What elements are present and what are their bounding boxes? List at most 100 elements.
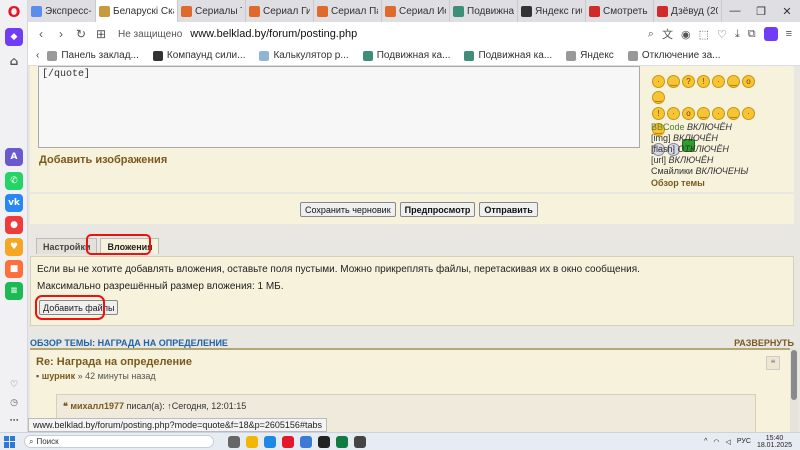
download-icon[interactable]: ⤓ — [735, 28, 740, 41]
attachments-info: Если вы не хотите добавлять вложения, ос… — [37, 264, 640, 275]
app-icon[interactable] — [354, 435, 366, 448]
browser-tab[interactable]: Сериал Пар — [314, 0, 382, 22]
minimize-icon[interactable]: — — [722, 5, 748, 17]
post-title[interactable]: Re: Награда на определение — [36, 356, 192, 368]
message-textarea[interactable]: [/quote] — [38, 66, 640, 148]
favorites-icon[interactable]: ♡ — [5, 376, 23, 394]
smiley-icon[interactable]: ! — [697, 75, 710, 88]
quote-author[interactable]: михалл1977 — [70, 401, 124, 411]
volume-icon[interactable]: ◁ — [726, 438, 731, 446]
aria-icon[interactable]: ◆ — [5, 28, 23, 46]
bbcode-row: Смайлики ВКЛЮЧЕНЫ — [651, 166, 748, 177]
expand-link[interactable]: РАЗВЕРНУТЬ — [734, 338, 794, 348]
preview-button[interactable]: Предпросмотр — [399, 202, 476, 217]
bookmark-item[interactable]: Яндекс — [566, 50, 614, 61]
forward-icon[interactable]: › — [54, 27, 68, 41]
review-scrollbar[interactable] — [790, 348, 798, 432]
bbcode-key[interactable]: BBCode — [651, 122, 685, 132]
tab-label: Сериал Исп — [399, 5, 446, 17]
smiley-icon[interactable]: · — [712, 107, 725, 120]
spotify-icon[interactable]: ≡ — [5, 282, 23, 300]
save-draft-button[interactable]: Сохранить черновик — [300, 202, 396, 217]
bookmark-item[interactable]: Отключение за... — [627, 50, 720, 61]
messenger-icon[interactable]: ● — [5, 216, 23, 234]
back-icon[interactable]: ‹ — [34, 27, 48, 41]
scrollbar-thumb[interactable] — [791, 350, 797, 400]
more-icon[interactable]: ⋯ — [5, 412, 23, 430]
snapshot-icon[interactable]: ⬚ — [699, 28, 709, 41]
menu-icon[interactable]: ≡ — [786, 28, 792, 40]
app-icon[interactable]: ■ — [5, 260, 23, 278]
bookmark-item[interactable]: Панель заклад... — [47, 50, 139, 61]
browser-tab[interactable]: Подвижная — [450, 0, 518, 22]
browser-tab[interactable]: Экспресс-па — [28, 0, 96, 22]
home-icon[interactable]: ⌂ — [5, 52, 23, 70]
vk-icon[interactable]: vk — [5, 194, 23, 212]
url-field[interactable]: www.belklad.by/forum/posting.php — [190, 28, 357, 40]
smiley-icon[interactable]: ? — [682, 75, 695, 88]
smiley-icon[interactable]: · — [742, 107, 755, 120]
smiley-icon[interactable]: ! — [652, 107, 665, 120]
browser-tab[interactable]: Сериалы ТУ — [178, 0, 246, 22]
word-icon[interactable] — [300, 435, 312, 448]
restore-icon[interactable]: ❐ — [748, 5, 774, 18]
task-view-icon[interactable] — [228, 435, 240, 448]
smiley-icon[interactable]: o — [742, 75, 755, 88]
reload-icon[interactable]: ↻ — [74, 27, 88, 41]
smiley-icon[interactable]: ‿ — [667, 75, 680, 88]
browser-tab[interactable]: Сериал Гибе — [246, 0, 314, 22]
smiley-icon[interactable]: ‿ — [697, 107, 710, 120]
post-author[interactable]: шурник — [42, 371, 75, 381]
network-icon[interactable]: ◠ — [713, 438, 719, 446]
wallet-icon[interactable]: ♥ — [5, 238, 23, 256]
opera-icon[interactable] — [282, 435, 294, 448]
smiley-icon[interactable]: · — [667, 107, 680, 120]
chevron-up-icon[interactable]: ^ — [704, 438, 707, 445]
taskbar-search[interactable]: ⌕ Поиск — [24, 435, 214, 448]
bookmark-favicon-icon — [152, 50, 163, 61]
windows-start-icon[interactable] — [4, 435, 16, 448]
add-images-link[interactable]: Добавить изображения — [39, 154, 167, 166]
smiley-icon[interactable]: · — [652, 75, 665, 88]
bookmark-item[interactable]: Подвижная ка... — [464, 50, 552, 61]
bookmark-favicon-icon — [259, 50, 270, 61]
browser-tab[interactable]: Сериал Исп — [382, 0, 450, 22]
app-icon[interactable] — [318, 435, 330, 448]
opera-logo-icon[interactable]: O — [6, 4, 22, 20]
bookmarks-nav-icon[interactable]: ‹ — [36, 50, 39, 61]
browser-tab[interactable]: Яндекс гибр — [518, 0, 586, 22]
history-icon[interactable]: ◷ — [5, 394, 23, 412]
smiley-icon[interactable]: · — [712, 75, 725, 88]
browser-tab[interactable]: Беларускі Скарбашч — [96, 0, 178, 22]
smiley-icon[interactable]: ‿ — [652, 91, 665, 104]
bookmark-icon[interactable]: ♡ — [717, 28, 727, 41]
bookmark-item[interactable]: Компаунд сили... — [152, 50, 245, 61]
search-icon[interactable]: ⌕ — [648, 28, 654, 41]
clock[interactable]: 15:40 18.01.2025 — [757, 435, 792, 449]
submit-button[interactable]: Отправить — [479, 202, 538, 217]
topic-review-title[interactable]: ОБЗОР ТЕМЫ: НАГРАДА НА ОПРЕДЕЛЕНИЕ — [30, 338, 228, 348]
extensions-icon[interactable]: ⧉ — [748, 28, 756, 41]
security-indicator[interactable]: Не защищено — [118, 29, 182, 40]
smiley-icon[interactable]: o — [682, 107, 695, 120]
lang-indicator[interactable]: РУС — [737, 438, 751, 445]
camera-icon[interactable]: ◉ — [681, 28, 691, 41]
smiley-icon[interactable]: ‿ — [727, 75, 740, 88]
quote-icon[interactable]: ❝ — [766, 356, 780, 370]
whatsapp-icon[interactable]: ✆ — [5, 172, 23, 190]
close-icon[interactable]: ✕ — [774, 5, 800, 18]
excel-icon[interactable] — [336, 435, 348, 448]
browser-tab[interactable]: Дзёвуд (200 — [654, 0, 722, 22]
review-topic-link[interactable]: Обзор темы — [651, 178, 705, 188]
explorer-icon[interactable] — [246, 435, 258, 448]
quote-time[interactable]: ↑Сегодня, 12:01:15 — [167, 401, 246, 411]
bookmark-item[interactable]: Калькулятор р... — [259, 50, 349, 61]
ai-tools-icon[interactable]: A — [5, 148, 23, 166]
speed-dial-icon[interactable]: ⊞ — [94, 27, 108, 41]
translate-icon[interactable]: 文 — [662, 26, 673, 42]
bookmark-item[interactable]: Подвижная ка... — [362, 50, 450, 61]
smiley-icon[interactable]: ‿ — [727, 107, 740, 120]
browser-tab[interactable]: Смотреть ф — [586, 0, 654, 22]
extension-icon[interactable] — [763, 27, 778, 41]
edge-icon[interactable] — [264, 435, 276, 448]
